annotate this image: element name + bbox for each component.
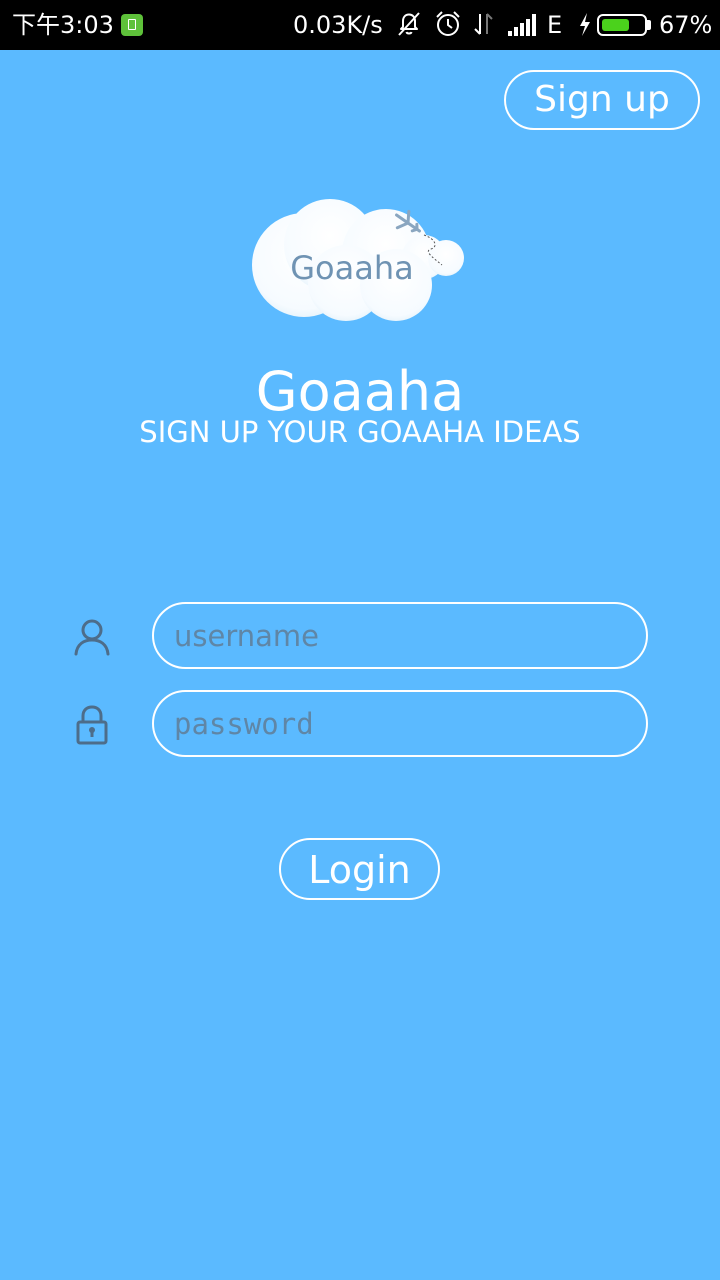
charging-icon: [580, 13, 590, 36]
logo-text: Goaaha: [290, 249, 413, 287]
network-type: E: [547, 11, 563, 39]
username-input[interactable]: [152, 602, 648, 669]
battery-level: [602, 19, 629, 31]
net-speed: 0.03K/s: [293, 11, 383, 39]
signal-icon: [508, 14, 536, 36]
battery-icon: [597, 14, 647, 36]
battery-percent: 67%: [659, 11, 713, 39]
lock-icon: [76, 705, 108, 745]
mute-icon: [398, 12, 420, 36]
user-icon: [74, 619, 110, 656]
app-tagline: SIGN UP YOUR GOAAHA IDEAS: [139, 415, 581, 449]
alarm-icon: [436, 11, 460, 36]
data-arrows-icon: [474, 13, 493, 35]
login-button[interactable]: Login: [279, 838, 440, 900]
status-bar: 下午3:03 0.03K/s E 67%: [0, 0, 720, 50]
sim-icon: [121, 14, 143, 36]
app-logo: Goaaha: [252, 199, 464, 321]
status-time: 下午3:03: [12, 11, 114, 39]
battery-tip: [647, 20, 651, 30]
password-input[interactable]: [152, 690, 648, 757]
signup-button[interactable]: Sign up: [504, 70, 700, 130]
